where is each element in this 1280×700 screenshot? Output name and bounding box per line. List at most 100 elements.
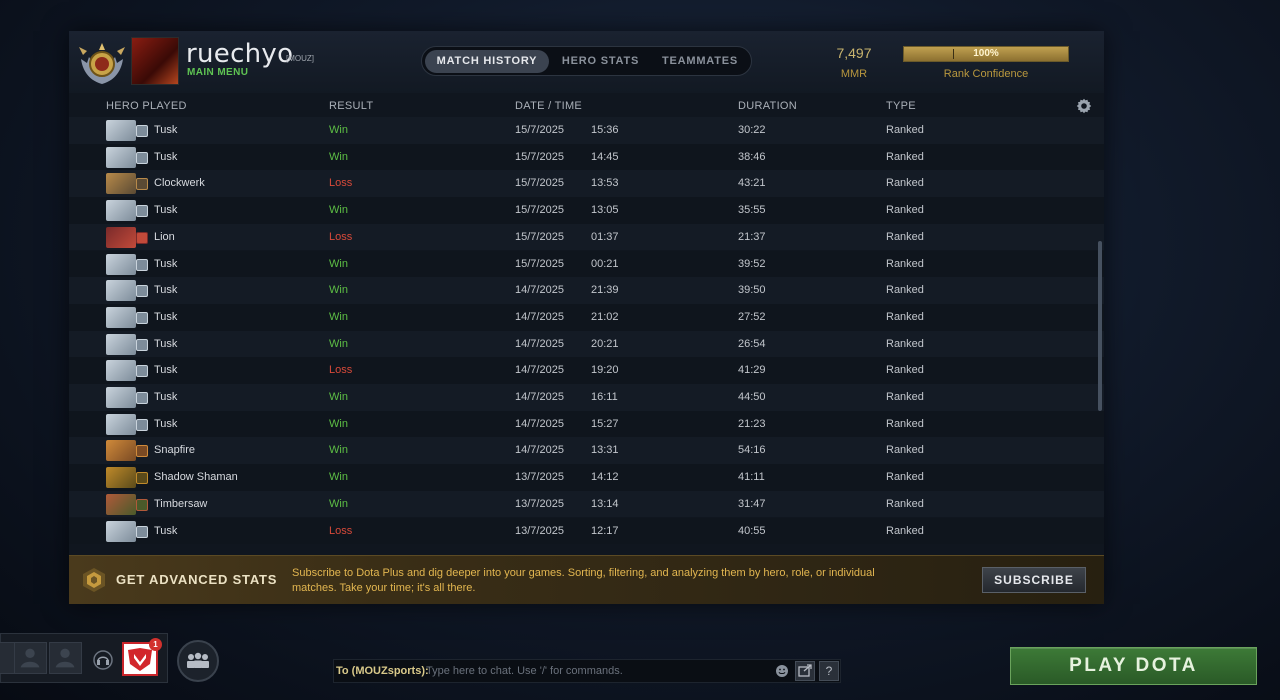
table-row[interactable]: Tusk Win 15/7/2025 15:36 30:22 Ranked [69,117,1104,144]
match-date: 14/7/2025 [515,391,564,403]
match-time: 13:05 [591,204,619,217]
avatar[interactable] [131,37,179,85]
match-date: 15/7/2025 [515,124,564,136]
emoji-icon[interactable] [775,664,789,678]
gear-icon[interactable] [1076,98,1092,114]
table-row[interactable]: Snapfire Win 14/7/2025 13:31 54:16 Ranked [69,437,1104,465]
match-time: 16:11 [591,391,618,403]
table-row[interactable]: Timbersaw Win 13/7/2025 13:14 31:47 Ranked [69,490,1104,518]
table-row[interactable]: Clockwerk Loss 15/7/2025 13:53 43:21 Ranked [69,170,1104,198]
play-dota-button[interactable]: PLAY DOTA [1010,647,1257,685]
match-time: 15:27 [591,417,619,430]
hero-name: Lion [154,230,175,243]
match-time: 19:20 [591,364,619,377]
match-result: Loss [329,230,353,243]
friends-button[interactable] [177,640,219,682]
match-time: 15:36 [591,124,619,136]
subscribe-button[interactable]: SUBSCRIBE [982,567,1086,593]
hero-facet-icon [136,205,148,218]
mmr-value: 7,497 [836,45,872,61]
hero-portrait [106,493,136,515]
hero-name: Clockwerk [154,177,205,190]
table-row[interactable]: Tusk Win 14/7/2025 20:21 26:54 Ranked [69,330,1104,358]
tab-match-history[interactable]: MATCH HISTORY [425,50,549,73]
table-row[interactable]: Tusk Loss 13/7/2025 12:17 40:55 Ranked [69,517,1104,545]
dota-plus-icon [83,568,105,592]
hero-name: Tusk [154,124,178,136]
hero-portrait [106,226,136,248]
column-result[interactable]: RESULT [329,100,373,112]
table-row[interactable]: Lion Loss 15/7/2025 01:37 21:37 Ranked [69,223,1104,251]
hero-name: Tusk [154,364,178,377]
match-time: 14:12 [591,471,619,484]
column-hero-played[interactable]: HERO PLAYED [106,100,187,112]
table-row[interactable]: Tusk Win 14/7/2025 21:39 39:50 Ranked [69,277,1104,304]
match-result: Win [329,337,348,350]
table-row[interactable]: Tusk Win 15/7/2025 00:21 39:52 Ranked [69,250,1104,278]
match-time: 00:21 [591,257,619,270]
match-date: 15/7/2025 [515,257,564,270]
match-type: Ranked [886,230,924,243]
main-menu-link[interactable]: MAIN MENU [187,67,248,78]
match-result: Loss [329,177,353,190]
profile-panel: ruechyo [MOUZ] MAIN MENU MATCH HISTORY H… [69,31,1104,604]
column-duration[interactable]: DURATION [738,100,797,112]
match-date: 13/7/2025 [515,471,564,484]
table-row[interactable]: Tusk Win 14/7/2025 16:11 44:50 Ranked [69,384,1104,411]
match-result: Win [329,497,348,510]
hero-portrait [106,146,136,168]
username[interactable]: ruechyo [186,39,293,69]
party-slot[interactable] [49,642,82,674]
hero-facet-icon [136,365,148,378]
party-slot[interactable] [14,642,47,674]
match-time: 12:17 [591,524,619,537]
match-time: 01:37 [591,230,619,243]
chat-channel-label[interactable]: To (MOUZsports): [336,665,429,677]
hero-name: Tusk [154,257,178,270]
match-result: Win [329,310,348,323]
match-time: 13:53 [591,177,619,190]
profile-tabs: MATCH HISTORY HERO STATS TEAMMATES [421,46,752,76]
match-time: 21:39 [591,284,619,297]
chat-popout-button[interactable] [795,661,815,681]
column-date-time[interactable]: DATE / TIME [515,100,582,112]
scrollbar[interactable] [1098,241,1102,411]
match-result: Win [329,284,348,297]
match-date: 14/7/2025 [515,337,564,350]
table-row[interactable]: Tusk Win 14/7/2025 21:02 27:52 Ranked [69,303,1104,331]
team-tag: [MOUZ] [286,54,314,63]
match-result: Loss [329,524,353,537]
table-row[interactable]: Tusk Win 15/7/2025 13:05 35:55 Ranked [69,197,1104,224]
chat-input[interactable] [426,662,766,680]
table-row[interactable]: Shadow Shaman Win 13/7/2025 14:12 41:11 Ranke… [69,464,1104,491]
match-time: 20:21 [591,337,619,350]
help-button[interactable]: ? [819,661,839,681]
hero-name: Tusk [154,524,178,537]
hero-facet-icon [136,498,148,511]
party-bar: 1 [0,633,168,683]
match-duration: 31:47 [738,497,766,510]
match-duration: 44:50 [738,391,766,403]
hero-facet-icon [136,285,148,298]
column-type[interactable]: TYPE [886,100,916,112]
match-date: 14/7/2025 [515,417,564,430]
match-result: Win [329,150,348,163]
person-icon [20,648,40,668]
match-date: 14/7/2025 [515,284,564,297]
tab-teammates[interactable]: TEAMMATES [651,50,749,73]
hero-portrait [106,440,136,462]
table-row[interactable]: Tusk Loss 14/7/2025 19:20 41:29 Ranked [69,357,1104,384]
tab-hero-stats[interactable]: HERO STATS [553,50,648,73]
table-row[interactable]: Tusk Win 15/7/2025 14:45 38:46 Ranked [69,143,1104,171]
match-time: 14:45 [591,150,619,163]
match-duration: 35:55 [738,204,766,217]
headset-icon[interactable] [93,650,113,670]
match-type: Ranked [886,150,924,163]
match-type: Ranked [886,364,924,377]
match-type: Ranked [886,257,924,270]
match-date: 15/7/2025 [515,204,564,217]
mmr-label: MMR [840,68,868,80]
table-row[interactable]: Tusk Win 14/7/2025 15:27 21:23 Ranked [69,410,1104,438]
match-duration: 40:55 [738,524,766,537]
match-history-list[interactable]: Tusk Win 15/7/2025 15:36 30:22 Ranked Tusk Win 1… [69,117,1104,555]
